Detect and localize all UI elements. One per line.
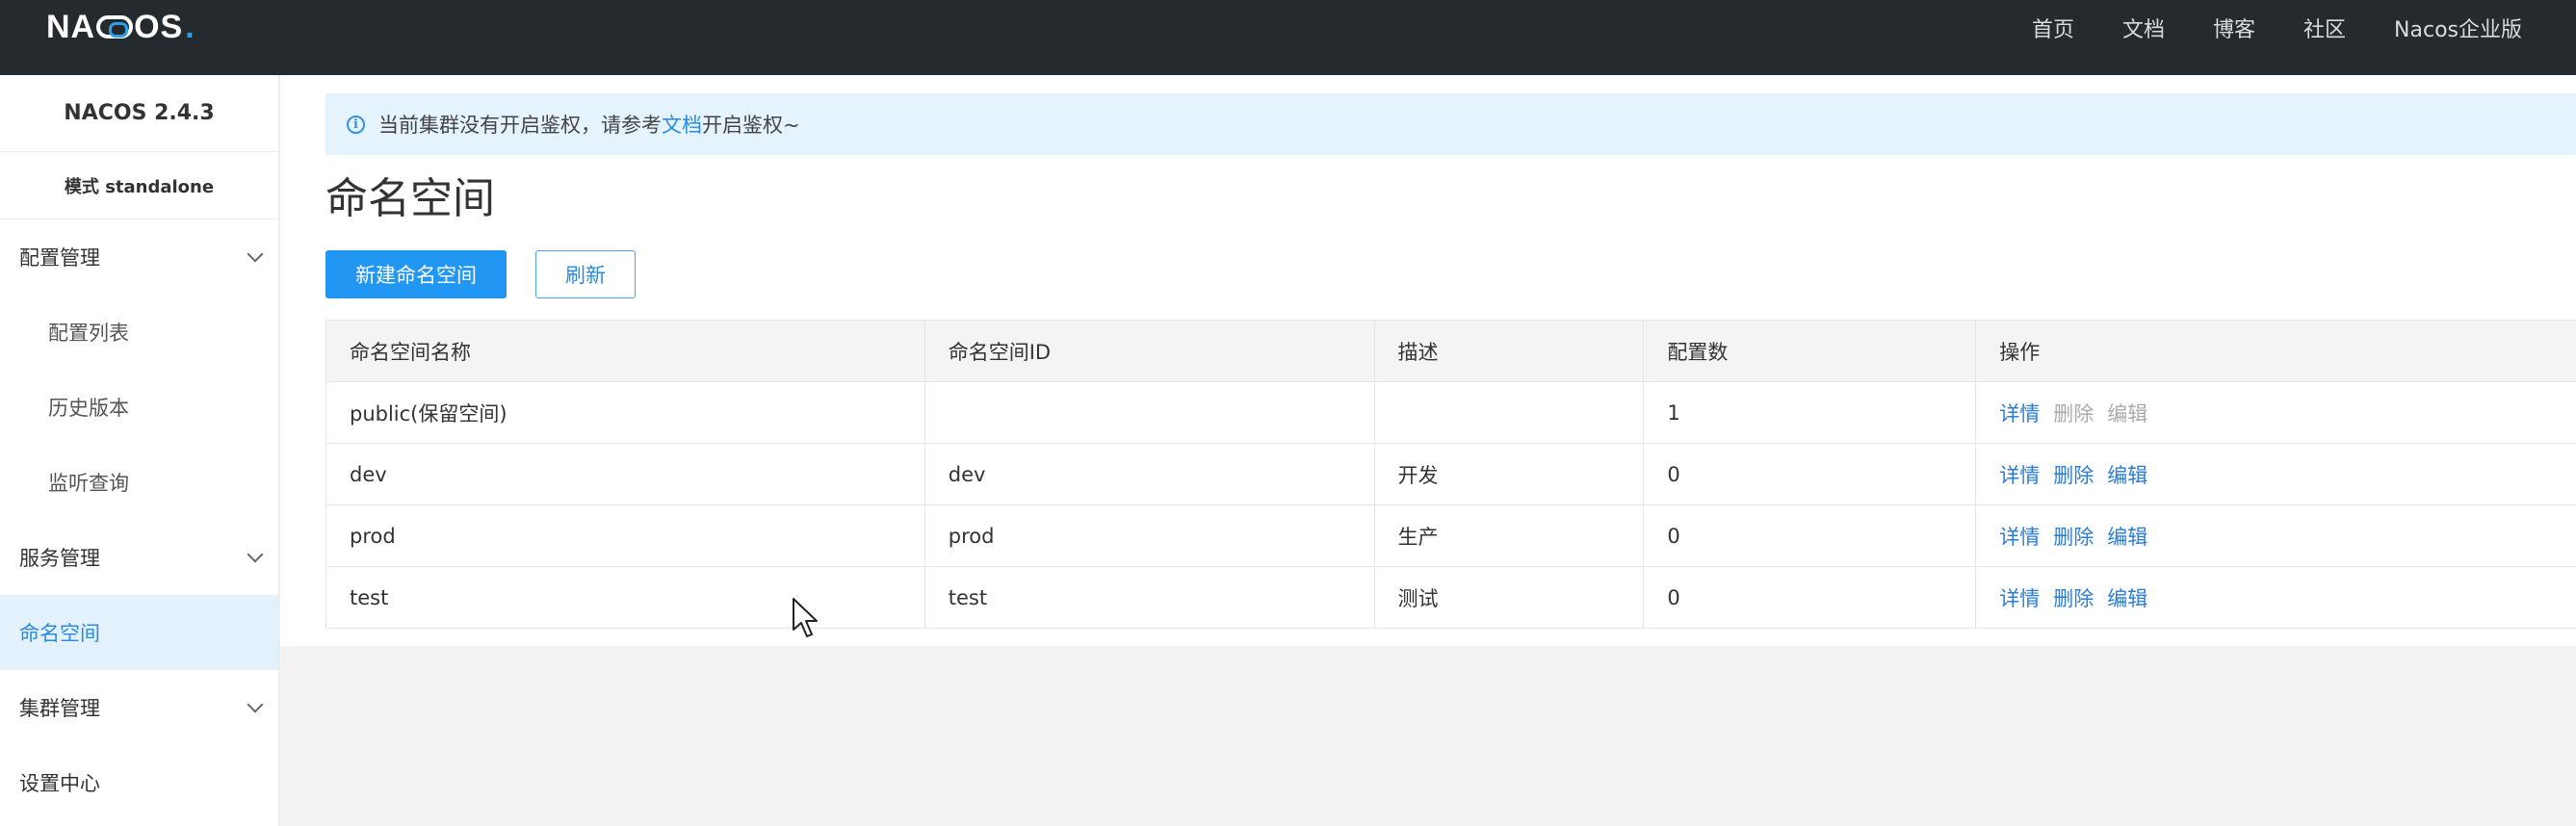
column-header-actions: 操作 [1999, 341, 2041, 364]
nav-link-docs[interactable]: 文档 [2122, 13, 2165, 43]
top-nav-links: 首页 文档 博客 社区 Nacos企业版 [1984, 0, 2522, 56]
config-count-cell: 1 [1644, 382, 1977, 444]
delete-link[interactable]: 删除 [2053, 522, 2094, 551]
column-header-id: 命名空间ID [925, 321, 1375, 382]
top-navbar: NA OS . 首页 文档 博客 社区 Nacos企业版 [0, 0, 2576, 75]
detail-link[interactable]: 详情 [1999, 583, 2040, 612]
delete-link[interactable]: 删除 [2053, 460, 2094, 489]
detail-link[interactable]: 详情 [1999, 399, 2040, 427]
namespace-id-cell: prod [925, 505, 1375, 567]
sidebar-item-config-list[interactable]: 配置列表 [0, 295, 278, 370]
sidebar-item-label: 服务管理 [19, 547, 100, 570]
mode-label: 模式 standalone [0, 152, 278, 219]
description-cell [1375, 382, 1645, 444]
detail-link[interactable]: 详情 [1999, 460, 2040, 489]
namespace-table: 命名空间名称 命名空间ID 描述 配置数 操作 public(保留空间) 1 详… [325, 320, 2576, 629]
namespace-id-cell [925, 382, 1375, 444]
logo-text: OS [134, 8, 184, 45]
edit-link-disabled: 编辑 [2107, 402, 2148, 426]
sidebar-item-cluster-management[interactable]: 集群管理 [0, 670, 278, 745]
nacos-logo[interactable]: NA OS . [46, 8, 195, 46]
chevron-down-icon [247, 696, 264, 713]
mouse-cursor-icon [793, 598, 818, 637]
logo-c-mark-icon [96, 15, 134, 39]
config-count-cell: 0 [1644, 444, 1977, 505]
sidebar-item-settings-center[interactable]: 设置中心 [0, 745, 278, 820]
namespace-name-cell: test [326, 567, 925, 629]
sidebar-item-config-management[interactable]: 配置管理 [0, 219, 278, 295]
delete-link-disabled: 删除 [2053, 402, 2095, 426]
create-namespace-button[interactable]: 新建命名空间 [325, 250, 507, 298]
edit-link[interactable]: 编辑 [2107, 522, 2147, 551]
config-count-cell: 0 [1644, 567, 1977, 629]
column-header-config-count: 配置数 [1644, 321, 1977, 382]
nav-link-home[interactable]: 首页 [2032, 13, 2074, 43]
nav-link-enterprise[interactable]: Nacos企业版 [2394, 13, 2522, 43]
edit-link[interactable]: 编辑 [2107, 460, 2147, 489]
table-row: prod prod 生产 0 详情 删除 编辑 [326, 505, 2576, 567]
sidebar-item-history[interactable]: 历史版本 [0, 370, 278, 445]
sidebar-item-listener-query[interactable]: 监听查询 [0, 445, 278, 520]
sidebar-item-namespace[interactable]: 命名空间 [0, 595, 278, 670]
actions-cell: 详情 删除 编辑 [1976, 382, 2576, 444]
page-title: 命名空间 [325, 174, 495, 223]
refresh-button[interactable]: 刷新 [535, 250, 636, 298]
namespace-id-cell: dev [925, 444, 1375, 505]
auth-notice-banner: i 当前集群没有开启鉴权，请参考 文档 开启鉴权~ [325, 93, 2576, 155]
sidebar-item-label: 监听查询 [48, 472, 129, 495]
notice-text: 开启鉴权~ [702, 114, 800, 137]
sidebar-item-label: 设置中心 [19, 772, 100, 795]
column-header-name: 命名空间名称 [326, 321, 925, 382]
sidebar-item-label: 命名空间 [19, 622, 100, 645]
sidebar-item-label: 配置列表 [48, 322, 129, 345]
detail-link[interactable]: 详情 [1999, 522, 2040, 551]
delete-link[interactable]: 删除 [2053, 583, 2094, 612]
table-header-row: 命名空间名称 命名空间ID 描述 配置数 操作 [326, 321, 2576, 382]
column-header-description: 描述 [1375, 321, 1645, 382]
actions-cell: 详情 删除 编辑 [1976, 444, 2576, 505]
table-row: dev dev 开发 0 详情 删除 编辑 [326, 444, 2576, 505]
description-cell: 测试 [1375, 567, 1645, 629]
nav-link-community[interactable]: 社区 [2303, 13, 2346, 43]
version-label: NACOS 2.4.3 [0, 75, 278, 152]
notice-docs-link[interactable]: 文档 [662, 110, 702, 139]
chevron-down-icon [247, 245, 264, 263]
table-row: test test 测试 0 详情 删除 编辑 [326, 567, 2576, 629]
namespace-name-cell: prod [326, 505, 925, 567]
description-cell: 生产 [1375, 505, 1645, 567]
sidebar-item-label: 集群管理 [19, 697, 100, 720]
sidebar: NACOS 2.4.3 模式 standalone 配置管理 配置列表 历史版本… [0, 75, 279, 826]
info-icon: i [347, 115, 365, 134]
namespace-name-cell: public(保留空间) [326, 382, 925, 444]
actions-cell: 详情 删除 编辑 [1976, 505, 2576, 567]
logo-dot: . [185, 8, 195, 45]
sidebar-item-label: 历史版本 [48, 397, 129, 420]
namespace-id-cell: test [925, 567, 1375, 629]
table-row: public(保留空间) 1 详情 删除 编辑 [326, 382, 2576, 444]
actions-cell: 详情 删除 编辑 [1976, 567, 2576, 629]
chevron-down-icon [247, 546, 264, 563]
sidebar-item-label: 配置管理 [19, 246, 100, 270]
nav-link-blog[interactable]: 博客 [2213, 13, 2255, 43]
description-cell: 开发 [1375, 444, 1645, 505]
sidebar-item-service-management[interactable]: 服务管理 [0, 520, 278, 595]
namespace-name-cell: dev [326, 444, 925, 505]
notice-text: 当前集群没有开启鉴权，请参考 [378, 114, 662, 137]
edit-link[interactable]: 编辑 [2107, 583, 2147, 612]
logo-text: NA [46, 8, 96, 45]
config-count-cell: 0 [1644, 505, 1977, 567]
